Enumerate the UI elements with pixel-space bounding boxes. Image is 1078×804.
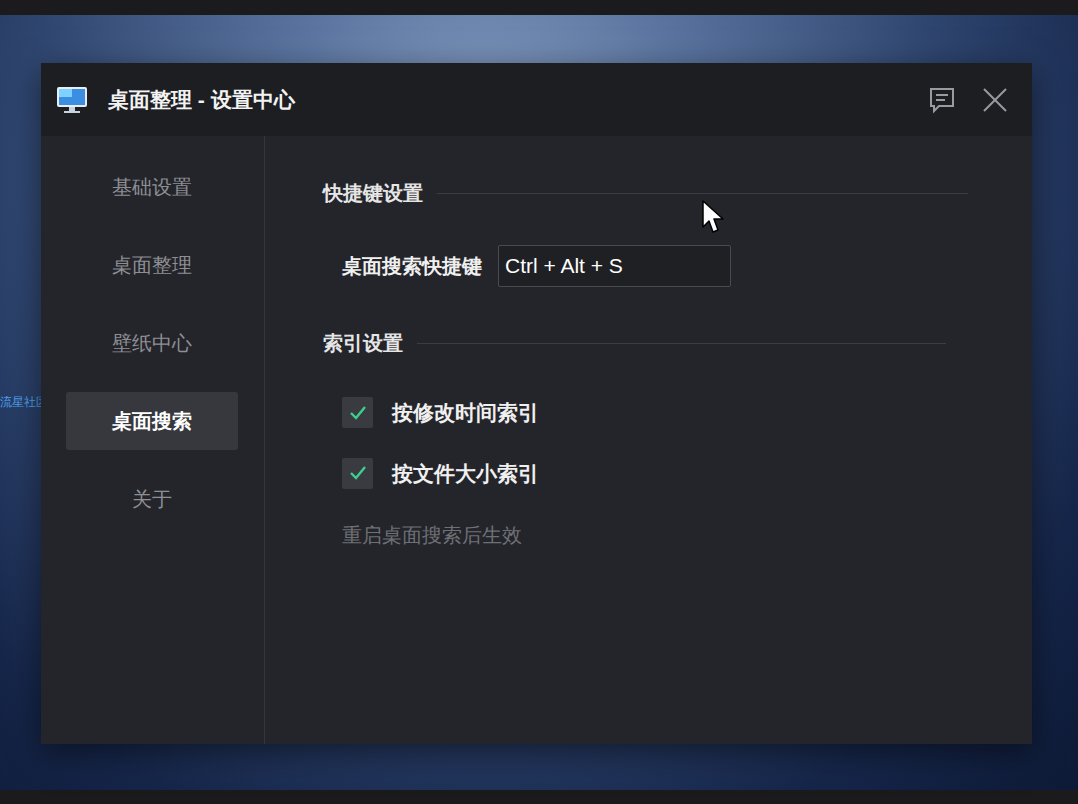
hotkey-row: 桌面搜索快捷键 bbox=[342, 245, 968, 287]
title-bar: 桌面整理 - 设置中心 bbox=[41, 63, 1032, 136]
option-list: 按修改时间索引按文件大小索引 bbox=[323, 397, 968, 489]
checkbox[interactable] bbox=[342, 458, 373, 489]
monitor-icon bbox=[56, 86, 88, 114]
sidebar-label: 桌面搜索 bbox=[112, 406, 192, 436]
sidebar-item[interactable]: 基础设置 bbox=[66, 158, 238, 216]
sidebar-label: 基础设置 bbox=[112, 172, 192, 202]
checkbox[interactable] bbox=[342, 397, 373, 428]
sidebar: 基础设置桌面整理壁纸中心桌面搜索关于 bbox=[41, 136, 265, 744]
feedback-icon[interactable] bbox=[928, 86, 956, 114]
check-icon bbox=[348, 403, 368, 423]
divider bbox=[417, 343, 946, 344]
section-title: 索引设置 bbox=[323, 328, 403, 358]
window-body: 基础设置桌面整理壁纸中心桌面搜索关于 快捷键设置 桌面搜索快捷键 索引设置 按修… bbox=[41, 136, 1032, 744]
restart-note: 重启桌面搜索后生效 bbox=[342, 520, 968, 550]
hotkey-label: 桌面搜索快捷键 bbox=[342, 251, 482, 281]
hotkey-field[interactable] bbox=[498, 245, 731, 287]
section-header: 索引设置 bbox=[323, 326, 946, 360]
option-label: 按修改时间索引 bbox=[392, 397, 539, 429]
option-label: 按文件大小索引 bbox=[392, 458, 539, 490]
close-icon[interactable] bbox=[982, 87, 1008, 113]
content-panel: 快捷键设置 桌面搜索快捷键 索引设置 按修改时间索引按文件大小索引 重启桌面搜索… bbox=[265, 136, 1032, 744]
option-row[interactable]: 按文件大小索引 bbox=[342, 458, 968, 490]
check-icon bbox=[348, 463, 368, 483]
section-header: 快捷键设置 bbox=[323, 176, 968, 210]
sidebar-item[interactable]: 壁纸中心 bbox=[66, 314, 238, 372]
sidebar-label: 关于 bbox=[132, 484, 172, 514]
sidebar-item[interactable]: 桌面整理 bbox=[66, 236, 238, 294]
sidebar-label: 壁纸中心 bbox=[112, 328, 192, 358]
sidebar-item[interactable]: 关于 bbox=[66, 470, 238, 528]
desktop: 流星社区 桌面整理 - 设置中心 bbox=[0, 15, 1078, 790]
sidebar-item[interactable]: 桌面搜索 bbox=[66, 392, 238, 450]
mouse-cursor-icon bbox=[701, 199, 727, 235]
section-title: 快捷键设置 bbox=[323, 178, 423, 208]
option-row[interactable]: 按修改时间索引 bbox=[342, 397, 968, 429]
window-title: 桌面整理 - 设置中心 bbox=[108, 84, 295, 116]
sidebar-label: 桌面整理 bbox=[112, 250, 192, 280]
settings-window: 桌面整理 - 设置中心 基础设置桌面整理壁纸中心桌面搜索关于 快捷键设置 bbox=[41, 63, 1032, 744]
divider bbox=[437, 193, 968, 194]
